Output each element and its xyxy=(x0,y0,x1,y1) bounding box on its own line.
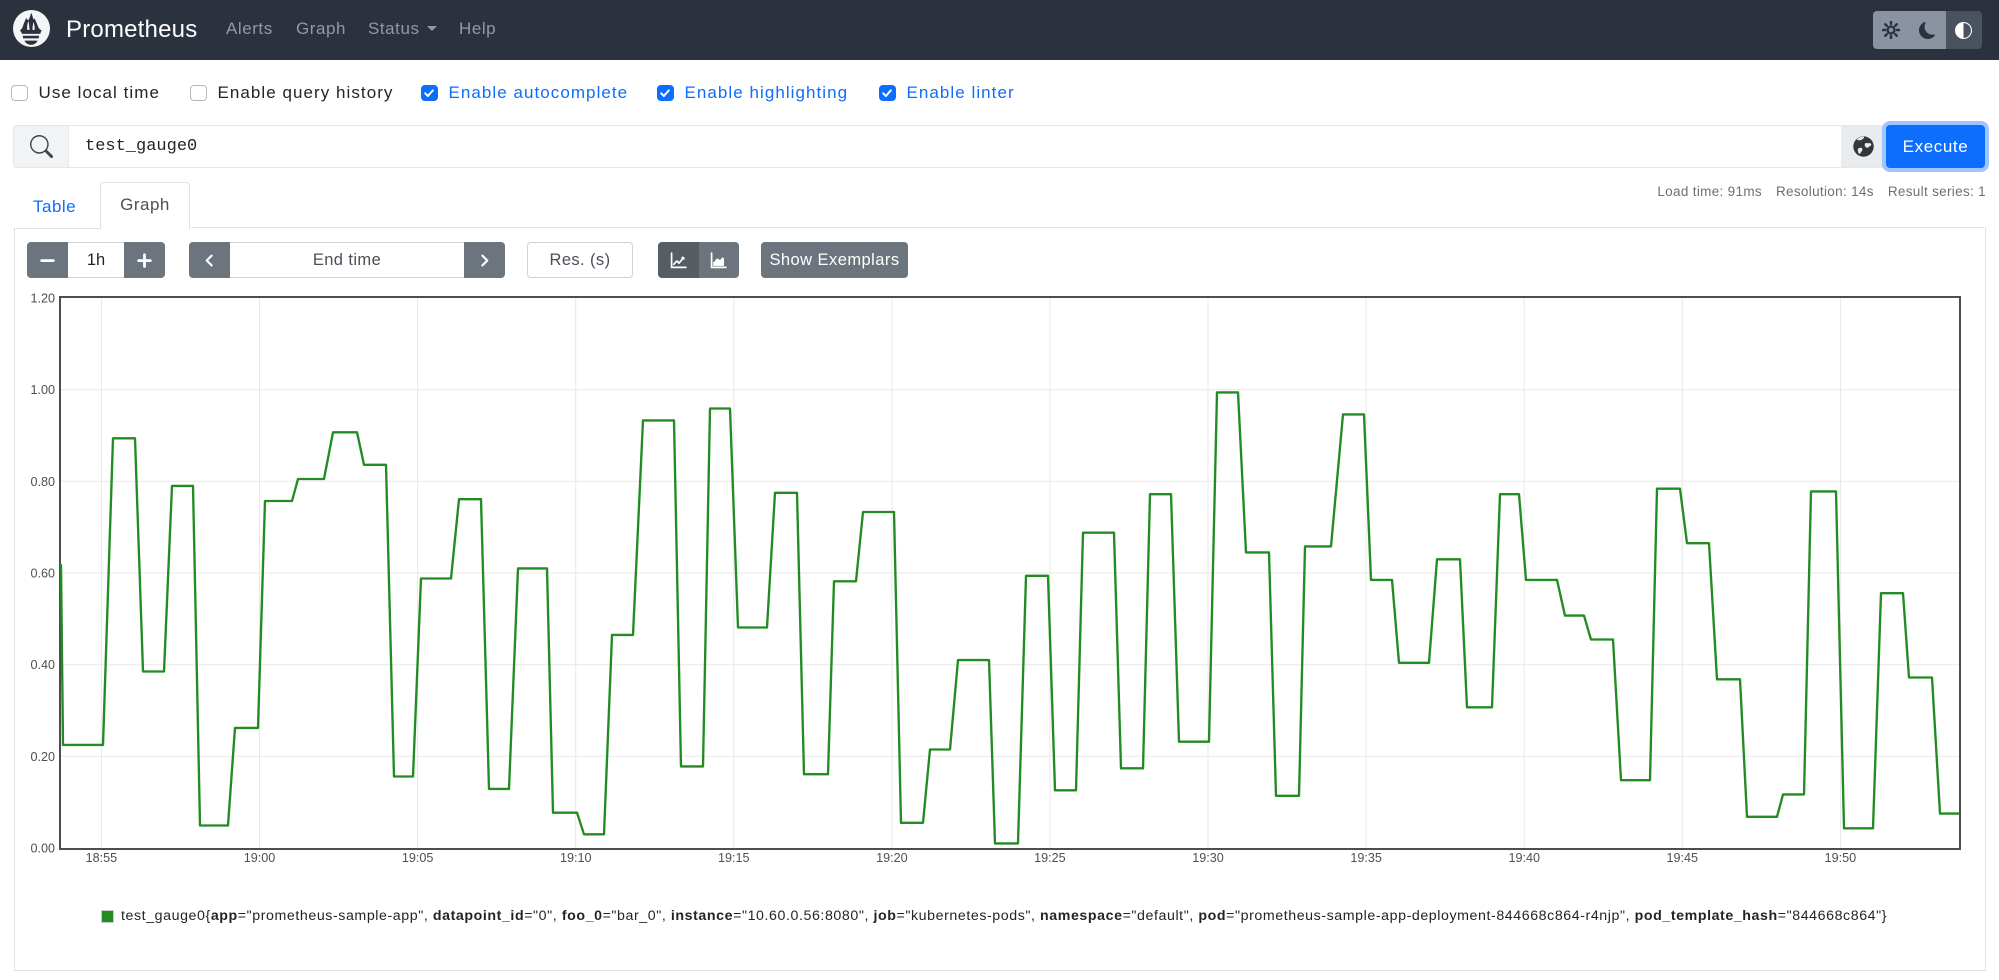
svg-text:0.60: 0.60 xyxy=(30,567,55,581)
svg-text:19:10: 19:10 xyxy=(560,851,592,865)
svg-text:19:25: 19:25 xyxy=(1034,851,1066,865)
svg-text:18:55: 18:55 xyxy=(86,851,118,865)
svg-text:19:00: 19:00 xyxy=(244,851,276,865)
svg-text:0.20: 0.20 xyxy=(30,750,55,764)
svg-text:0.80: 0.80 xyxy=(30,475,55,489)
svg-text:19:40: 19:40 xyxy=(1508,851,1540,865)
svg-text:0.40: 0.40 xyxy=(30,658,55,672)
svg-text:19:35: 19:35 xyxy=(1350,851,1382,865)
svg-text:19:15: 19:15 xyxy=(718,851,750,865)
svg-text:0.00: 0.00 xyxy=(30,842,55,856)
svg-text:19:50: 19:50 xyxy=(1825,851,1857,865)
svg-text:19:30: 19:30 xyxy=(1192,851,1224,865)
svg-text:19:20: 19:20 xyxy=(876,851,908,865)
svg-text:19:05: 19:05 xyxy=(402,851,434,865)
svg-text:19:45: 19:45 xyxy=(1667,851,1699,865)
svg-text:1.00: 1.00 xyxy=(30,383,55,397)
svg-text:1.20: 1.20 xyxy=(30,292,55,306)
